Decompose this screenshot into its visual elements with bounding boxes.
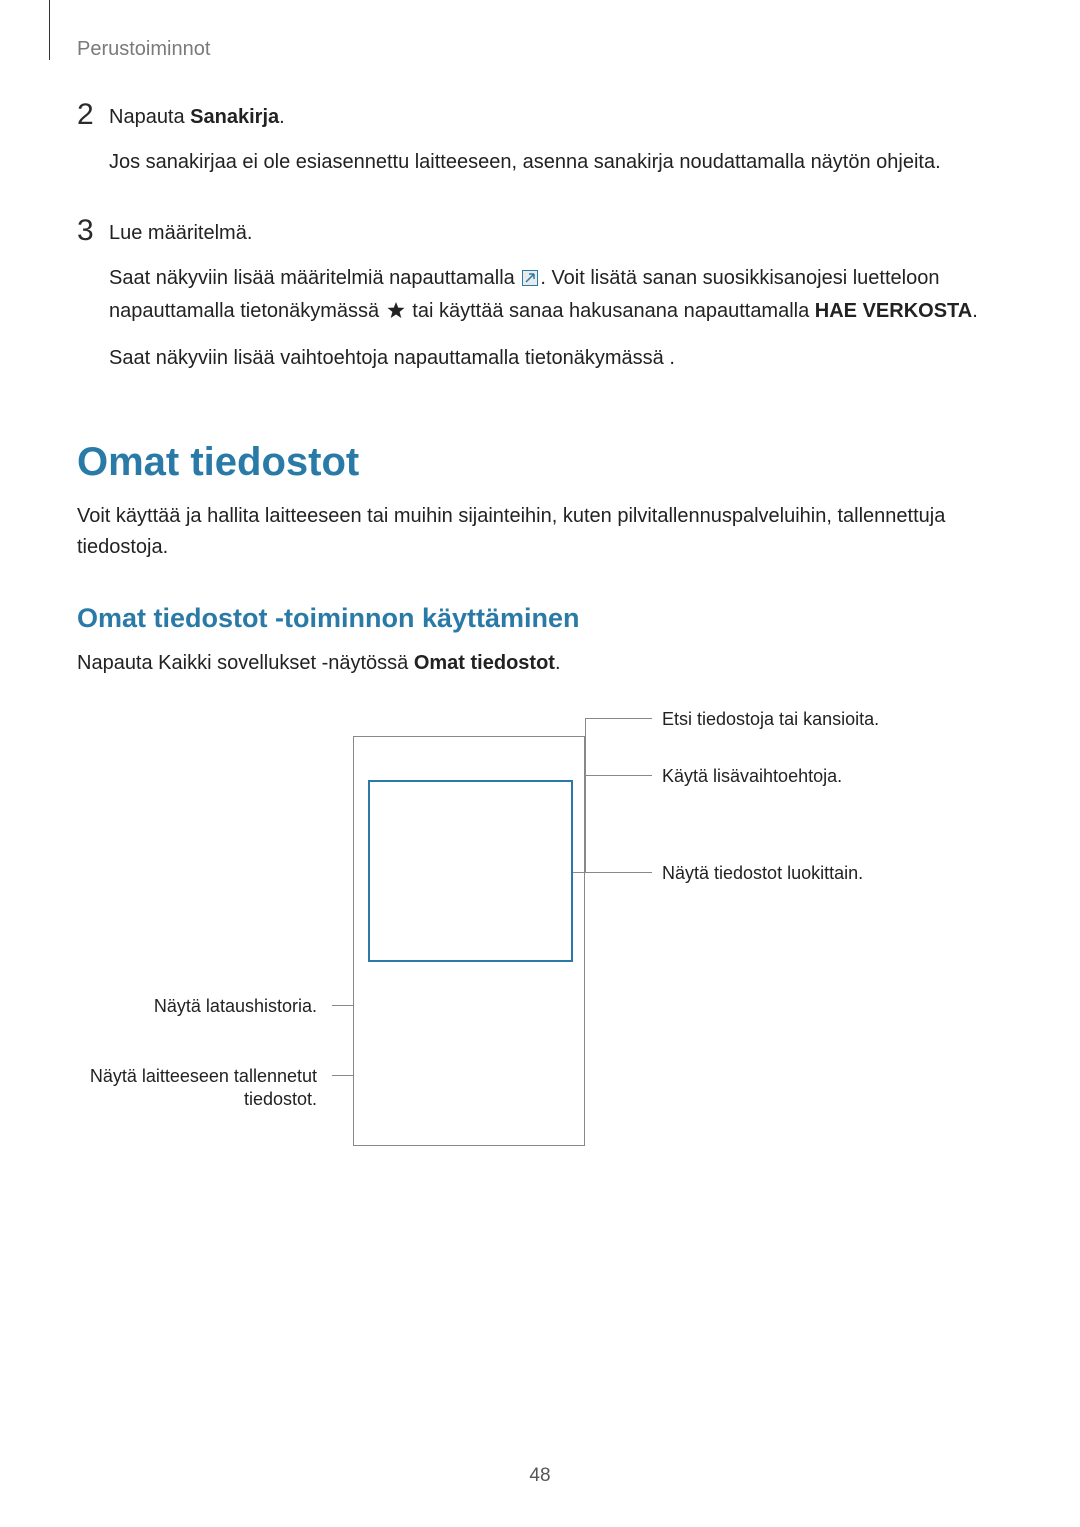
main-content: 2 Napauta Sanakirja. Jos sanakirjaa ei o… xyxy=(77,100,997,1209)
bold-text: Omat tiedostot xyxy=(414,652,555,674)
step3-line2: Saat näkyviin lisää määritelmiä napautta… xyxy=(109,263,997,329)
callout-device-files: Näytä laitteeseen tallennetut tiedostot. xyxy=(90,1065,317,1112)
connector-line xyxy=(332,1075,354,1076)
bold-text: HAE VERKOSTA xyxy=(815,300,972,322)
my-files-diagram: Etsi tiedostoja tai kansioita. Käytä lis… xyxy=(77,709,997,1209)
text: . xyxy=(972,300,978,322)
text: Näytä laitteeseen tallennetut xyxy=(90,1065,317,1088)
step-number: 3 xyxy=(77,216,109,388)
page-number: 48 xyxy=(0,1465,1080,1487)
section-header: Perustoiminnot xyxy=(77,38,210,61)
step-body: Napauta Sanakirja. Jos sanakirjaa ei ole… xyxy=(109,100,997,192)
text: Saat näkyviin lisää määritelmiä napautta… xyxy=(109,267,520,289)
callout-search: Etsi tiedostoja tai kansioita. xyxy=(662,708,879,731)
heading-omat-tiedostot: Omat tiedostot xyxy=(77,440,997,485)
text: Napauta Kaikki sovellukset -näytössä xyxy=(77,652,414,674)
connector-line xyxy=(573,872,652,873)
connector-line xyxy=(585,775,652,776)
section1-body: Voit käyttää ja hallita laitteeseen tai … xyxy=(77,501,997,563)
star-icon xyxy=(387,298,405,329)
callout-categories: Näytä tiedostot luokittain. xyxy=(662,862,863,885)
step3-line1: Lue määritelmä. xyxy=(109,218,997,249)
step-2: 2 Napauta Sanakirja. Jos sanakirjaa ei o… xyxy=(77,100,997,192)
text: Napauta xyxy=(109,106,190,128)
step-3: 3 Lue määritelmä. Saat näkyviin lisää mä… xyxy=(77,216,997,388)
bold-text: Sanakirja xyxy=(190,106,279,128)
heading-omat-tiedostot-toiminto: Omat tiedostot -toiminnon käyttäminen xyxy=(77,603,997,634)
step-body: Lue määritelmä. Saat näkyviin lisää määr… xyxy=(109,216,997,388)
step3-line3: Saat näkyviin lisää vaihtoehtoja napautt… xyxy=(109,343,997,374)
phone-section-highlight xyxy=(368,780,573,962)
text: . xyxy=(279,106,285,128)
text: tiedostot. xyxy=(90,1088,317,1111)
step2-line2: Jos sanakirjaa ei ole esiasennettu laitt… xyxy=(109,147,997,178)
text: tai käyttää sanaa hakusanana napauttamal… xyxy=(407,300,815,322)
step2-line1: Napauta Sanakirja. xyxy=(109,102,997,133)
expand-arrow-icon xyxy=(522,265,538,296)
margin-rule xyxy=(49,0,50,60)
connector-line xyxy=(585,718,652,719)
section2-body: Napauta Kaikki sovellukset -näytössä Oma… xyxy=(77,648,997,679)
text: . xyxy=(555,652,561,674)
step-number: 2 xyxy=(77,100,109,192)
callout-more-options: Käytä lisävaihtoehtoja. xyxy=(662,765,842,788)
callout-download-history: Näytä lataushistoria. xyxy=(154,995,317,1018)
connector-line xyxy=(585,718,586,872)
connector-line xyxy=(332,1005,354,1006)
